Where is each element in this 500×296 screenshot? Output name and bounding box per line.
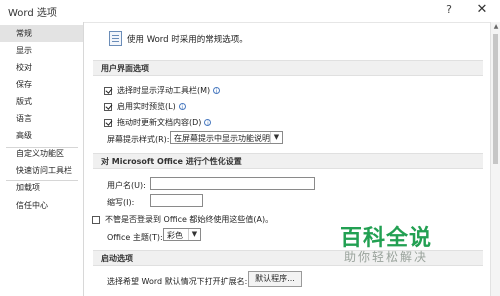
mini-toolbar-checkbox[interactable] <box>104 86 112 95</box>
office-theme-label: Office 主题(T): <box>107 233 163 242</box>
scroll-thumb[interactable] <box>493 34 498 164</box>
sidebar-item-general[interactable]: 常规 <box>0 25 83 42</box>
sidebar-item-addins[interactable]: 加载项 <box>0 179 83 196</box>
option-mini-toolbar[interactable]: 选择时显示浮动工具栏(M) i <box>104 85 221 96</box>
chevron-down-icon: ▼ <box>188 229 200 240</box>
section-header-ui-options: 用户界面选项 <box>93 60 483 76</box>
sidebar-item-customize-ribbon[interactable]: 自定义功能区 <box>0 145 83 162</box>
username-label: 用户名(U): <box>107 181 146 190</box>
default-program-row: 选择希望 Word 默认情况下打开扩展名: <box>107 276 247 287</box>
username-input[interactable] <box>150 177 315 190</box>
default-program-label: 选择希望 Word 默认情况下打开扩展名: <box>107 277 248 286</box>
watermark-subtitle: 助你轻松解决 <box>344 250 429 264</box>
sidebar-item-layout[interactable]: 版式 <box>0 93 83 110</box>
update-on-drag-checkbox[interactable] <box>104 118 112 127</box>
tooltip-style-value: 在屏幕提示中显示功能说明 <box>174 134 270 143</box>
tooltip-style-row: 屏幕提示样式(R): <box>107 134 170 145</box>
close-button[interactable]: ✕ <box>474 2 490 17</box>
sidebar-item-trust-center[interactable]: 信任中心 <box>0 197 83 214</box>
scroll-up-icon[interactable]: ▲ <box>491 22 500 32</box>
sidebar-item-proofing[interactable]: 校对 <box>0 59 83 76</box>
always-use-values-row[interactable]: 不管是否登录到 Office 都始终使用这些值(A)。 <box>92 214 273 225</box>
sidebar-item-advanced[interactable]: 高级 <box>0 127 83 144</box>
option-update-on-drag[interactable]: 拖动时更新文档内容(D) i <box>104 117 212 128</box>
info-icon: i <box>213 87 221 95</box>
info-icon: i <box>178 103 186 111</box>
document-settings-icon <box>109 31 122 46</box>
update-on-drag-label: 拖动时更新文档内容(D) <box>117 118 202 127</box>
help-button[interactable]: ? <box>441 3 457 16</box>
options-sidebar: 常规 显示 校对 保存 版式 语言 高级 自定义功能区 快速访问工具栏 加载项 … <box>0 22 84 296</box>
tooltip-style-label: 屏幕提示样式(R): <box>107 135 170 144</box>
office-theme-value: 彩色 <box>167 231 183 240</box>
sidebar-item-quick-access[interactable]: 快速访问工具栏 <box>0 162 83 179</box>
sidebar-item-display[interactable]: 显示 <box>0 42 83 59</box>
office-theme-row: Office 主题(T): <box>107 232 163 243</box>
info-icon: i <box>204 119 212 127</box>
chevron-down-icon: ▼ <box>270 132 282 143</box>
always-use-values-checkbox[interactable] <box>92 215 100 224</box>
window-title: Word 选项 <box>8 8 57 19</box>
vertical-scrollbar[interactable]: ▲ <box>490 22 500 296</box>
sidebar-item-language[interactable]: 语言 <box>0 110 83 127</box>
tooltip-style-select[interactable]: 在屏幕提示中显示功能说明 ▼ <box>170 131 283 144</box>
section-header-personalize: 对 Microsoft Office 进行个性化设置 <box>93 153 483 169</box>
live-preview-label: 启用实时预览(L) <box>117 102 176 111</box>
watermark: 百科全说 助你轻松解决 <box>340 220 490 270</box>
intro-text: 使用 Word 时采用的常规选项。 <box>127 35 248 45</box>
default-programs-button[interactable]: 默认程序... <box>248 271 302 287</box>
title-bar: Word 选项 ? ✕ <box>0 0 500 23</box>
initials-row: 缩写(I): <box>107 197 134 208</box>
sidebar-item-save[interactable]: 保存 <box>0 76 83 93</box>
office-theme-select[interactable]: 彩色 ▼ <box>163 228 201 241</box>
always-use-values-label: 不管是否登录到 Office 都始终使用这些值(A)。 <box>105 215 274 224</box>
mini-toolbar-label: 选择时显示浮动工具栏(M) <box>117 86 211 95</box>
initials-input[interactable] <box>150 194 203 207</box>
live-preview-checkbox[interactable] <box>104 102 112 111</box>
option-live-preview[interactable]: 启用实时预览(L) i <box>104 101 186 112</box>
username-row: 用户名(U): <box>107 180 146 191</box>
initials-label: 缩写(I): <box>107 198 135 207</box>
